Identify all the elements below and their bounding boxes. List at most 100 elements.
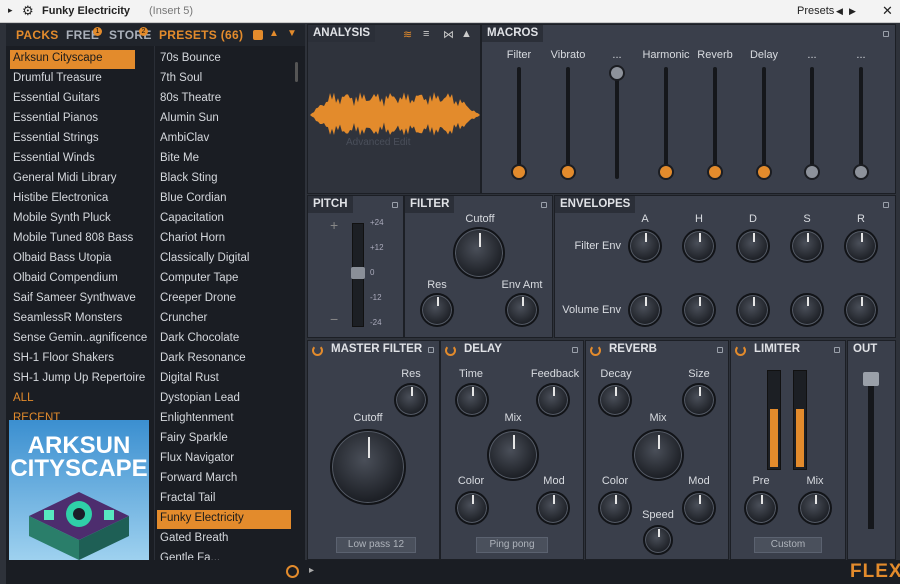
pack-item[interactable]: Mobile Tuned 808 Bass [13,230,133,244]
lock-icon[interactable] [572,347,578,353]
volume-env-knob[interactable] [736,293,770,327]
reverb-color-knob[interactable] [598,491,632,525]
limiter-mode-select[interactable]: Custom [754,537,822,553]
lock-icon[interactable] [834,347,840,353]
presets-menu[interactable]: Presets [797,5,834,17]
limiter-pre-knob[interactable] [744,491,778,525]
preset-item[interactable]: Blue Cordian [160,190,226,204]
preset-item[interactable]: 70s Bounce [160,50,221,64]
pack-item[interactable]: Essential Strings [13,130,99,144]
list-view-icon[interactable]: ≡ [423,28,429,40]
filter-env-knob[interactable] [682,229,716,263]
preset-item[interactable]: Cruncher [160,310,207,324]
power-icon[interactable] [590,345,601,356]
lock-icon[interactable] [883,31,889,37]
gear-icon[interactable]: ⚙ [22,3,34,19]
pitch-minus[interactable]: − [330,311,338,327]
reverb-speed-knob[interactable] [643,525,673,555]
pack-item[interactable]: Drumful Treasure [13,70,102,84]
pack-item[interactable]: SH-1 Floor Shakers [13,350,114,364]
volume-env-knob[interactable] [844,293,878,327]
pack-item[interactable]: Olbaid Bass Utopia [13,250,111,264]
collapse-arrow-icon[interactable]: ▸ [8,5,13,16]
filter-envamt-knob[interactable] [505,293,539,327]
reverb-size-knob[interactable] [682,383,716,417]
pack-item[interactable]: Mobile Synth Pluck [13,210,111,224]
preset-item[interactable]: Bite Me [160,150,199,164]
filter-env-knob[interactable] [628,229,662,263]
filter-env-knob[interactable] [844,229,878,263]
presets-scrollbar[interactable] [295,62,298,82]
reverb-mod-knob[interactable] [682,491,716,525]
close-icon[interactable]: ✕ [882,3,893,19]
macro-slider-handle[interactable] [511,164,527,180]
delay-mix-knob[interactable] [487,429,539,481]
filter-env-knob[interactable] [736,229,770,263]
sort-down-icon[interactable]: ▼ [287,28,297,39]
delay-mod-knob[interactable] [536,491,570,525]
macro-slider-handle[interactable] [560,164,576,180]
advanced-edit-watermark[interactable]: Advanced Edit [346,137,411,148]
prev-preset-icon[interactable]: ◀ [836,6,843,17]
preset-item[interactable]: Flux Navigator [160,450,234,464]
macro-slider-track[interactable] [810,67,814,179]
lock-icon[interactable] [883,202,889,208]
filter-res-knob[interactable] [420,293,454,327]
pitch-plus[interactable]: + [330,217,338,233]
spectrum-view-icon[interactable]: ▲ [461,28,472,40]
macro-slider-track[interactable] [762,67,766,179]
preset-item[interactable]: Black Sting [160,170,218,184]
master-filter-mode-select[interactable]: Low pass 12 [336,537,416,553]
preset-item[interactable]: Alumin Sun [160,110,219,124]
delay-mode-select[interactable]: Ping pong [476,537,548,553]
out-fader-track[interactable] [868,379,874,529]
pack-item[interactable]: SeamlessR Monsters [13,310,122,324]
macro-slider-handle[interactable] [804,164,820,180]
preset-item[interactable]: 80s Theatre [160,90,221,104]
volume-env-knob[interactable] [682,293,716,327]
macro-slider-track[interactable] [615,67,619,179]
search-icon[interactable] [286,565,299,578]
macro-slider-handle[interactable] [707,164,723,180]
preset-item[interactable]: Fairy Sparkle [160,430,228,444]
preset-item[interactable]: 7th Soul [160,70,202,84]
preset-item[interactable]: Fractal Tail [160,490,215,504]
preset-item[interactable]: Classically Digital [160,250,249,264]
next-preset-icon[interactable]: ▶ [849,6,856,17]
lock-icon[interactable] [717,347,723,353]
power-icon[interactable] [735,345,746,356]
macro-slider-handle[interactable] [853,164,869,180]
filter-cutoff-knob[interactable] [453,227,505,279]
lock-icon[interactable] [428,347,434,353]
pack-item[interactable]: SH-1 Jump Up Repertoire [13,370,145,384]
preset-item[interactable]: Creeper Drone [160,290,236,304]
preset-item[interactable]: Gated Breath [160,530,228,544]
pack-item[interactable]: Histibe Electronica [13,190,108,204]
pitch-wheel-handle[interactable] [351,267,365,279]
preset-item[interactable]: Dark Chocolate [160,330,239,344]
lock-icon[interactable] [541,202,547,208]
pack-item[interactable]: ALL [13,390,33,404]
preset-item[interactable]: Digital Rust [160,370,219,384]
macro-slider-track[interactable] [859,67,863,179]
preset-item[interactable]: Funky Electricity [157,510,291,529]
pack-item[interactable]: General Midi Library [13,170,117,184]
power-icon[interactable] [445,345,456,356]
tab-presets[interactable]: PRESETS (66) [159,28,243,42]
pack-item[interactable]: Arksun Cityscape [10,50,135,69]
preset-item[interactable]: AmbiClav [160,130,209,144]
preset-item[interactable]: Computer Tape [160,270,238,284]
delay-color-knob[interactable] [455,491,489,525]
expand-arrow-icon[interactable]: ▸ [309,565,314,576]
delay-feedback-knob[interactable] [536,383,570,417]
macro-slider-track[interactable] [664,67,668,179]
preset-item[interactable]: Capacitation [160,210,224,224]
sort-up-icon[interactable]: ▲ [269,28,279,39]
macro-slider-track[interactable] [566,67,570,179]
reverb-mix-knob[interactable] [632,429,684,481]
lock-icon[interactable] [392,202,398,208]
preset-item[interactable]: Enlightenment [160,410,234,424]
pack-item[interactable]: Essential Winds [13,150,95,164]
macro-slider-handle[interactable] [756,164,772,180]
master-cutoff-knob[interactable] [330,429,406,505]
